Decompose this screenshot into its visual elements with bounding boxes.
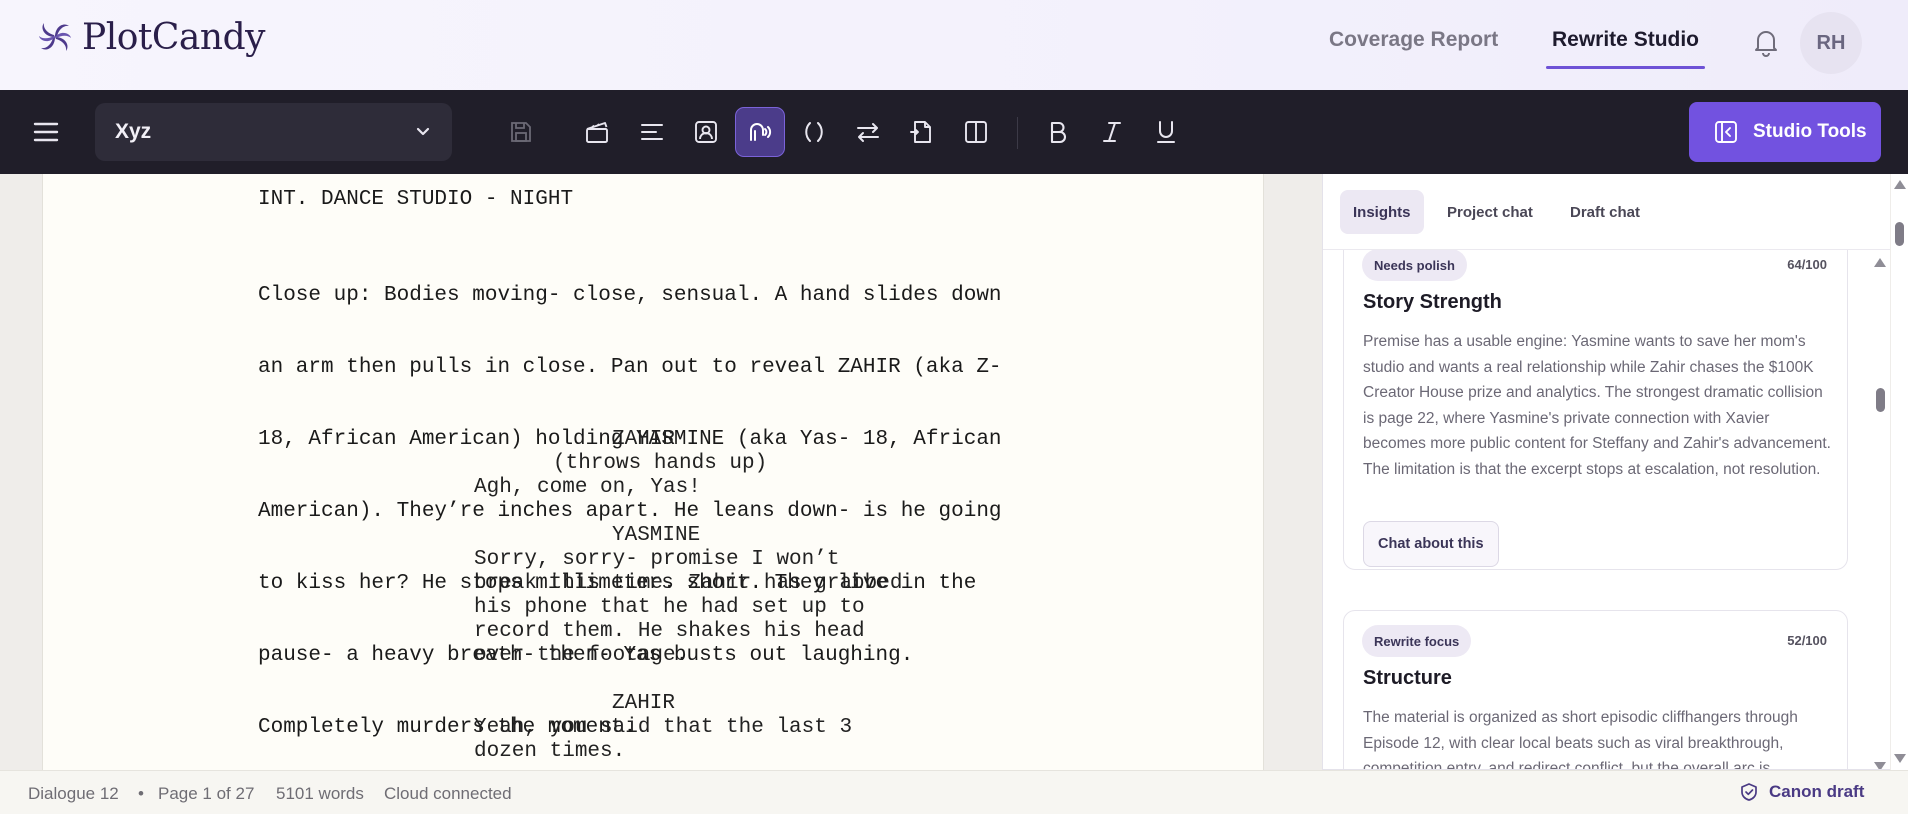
italic-button[interactable] bbox=[1087, 107, 1137, 157]
inner-scrollbar[interactable] bbox=[1871, 250, 1889, 769]
dialogue-line[interactable]: break this time. Zahir has grabbed bbox=[474, 572, 902, 596]
brand-logo[interactable]: PlotCandy bbox=[34, 16, 265, 58]
card-title: Structure bbox=[1363, 667, 1452, 689]
character-button[interactable] bbox=[681, 107, 731, 157]
brand-name: PlotCandy bbox=[82, 16, 265, 58]
dialogue-line[interactable]: Sorry, sorry- promise I won’t bbox=[474, 548, 839, 572]
outer-scrollbar[interactable] bbox=[1891, 174, 1908, 770]
underline-button[interactable] bbox=[1141, 107, 1191, 157]
action-line: an arm then pulls in close. Pan out to r… bbox=[258, 356, 1002, 379]
document-select[interactable]: Xyz bbox=[95, 103, 452, 161]
dialogue-line[interactable]: his phone that he had set up to bbox=[474, 596, 865, 620]
nav-tab-rewrite-studio[interactable]: Rewrite Studio bbox=[1552, 28, 1699, 52]
scene-heading[interactable]: INT. DANCE STUDIO - NIGHT bbox=[258, 188, 573, 212]
split-view-icon bbox=[965, 121, 987, 143]
studio-tools-button[interactable]: Studio Tools bbox=[1689, 102, 1881, 162]
panel-toggle-icon bbox=[1715, 121, 1737, 143]
action-line: Close up: Bodies moving- close, sensual.… bbox=[258, 284, 1002, 307]
scroll-up-arrow[interactable] bbox=[1874, 258, 1886, 267]
transition-button[interactable] bbox=[843, 107, 893, 157]
tab-draft-chat[interactable]: Draft chat bbox=[1557, 190, 1653, 234]
dialogue-line[interactable]: over the footage. bbox=[474, 644, 688, 668]
scroll-thumb[interactable] bbox=[1876, 388, 1885, 412]
bell-icon[interactable] bbox=[1752, 27, 1780, 57]
character-icon bbox=[695, 121, 717, 143]
card-title: Story Strength bbox=[1363, 291, 1502, 313]
candy-swirl-icon bbox=[39, 23, 71, 51]
bold-button[interactable] bbox=[1033, 107, 1083, 157]
tab-insights[interactable]: Insights bbox=[1340, 190, 1424, 234]
scroll-down-arrow[interactable] bbox=[1894, 754, 1906, 763]
card-body: The material is organized as short episo… bbox=[1363, 709, 1798, 770]
element-type-status: Dialogue 12 bbox=[28, 784, 119, 803]
document-name: Xyz bbox=[115, 120, 152, 143]
bold-icon bbox=[1050, 121, 1066, 144]
dialogue-icon bbox=[750, 123, 772, 141]
studio-tools-label: Studio Tools bbox=[1753, 121, 1867, 142]
status-badge: Needs polish bbox=[1362, 249, 1467, 281]
editor-toolbar: Xyz Studio Tools bbox=[0, 90, 1908, 174]
nav-tab-coverage-report[interactable]: Coverage Report bbox=[1329, 28, 1498, 52]
score-value: 64/100 bbox=[1787, 257, 1827, 272]
character-name[interactable]: ZAHIR bbox=[612, 692, 675, 716]
word-count: 5101 words bbox=[276, 784, 364, 803]
canon-draft-label: Canon draft bbox=[1769, 782, 1865, 801]
parenthetical-icon bbox=[805, 122, 823, 142]
scroll-up-arrow[interactable] bbox=[1894, 180, 1906, 189]
dialogue-line[interactable]: record them. He shakes his head bbox=[474, 620, 865, 644]
save-icon bbox=[511, 122, 531, 142]
active-tab-indicator bbox=[1546, 66, 1705, 69]
tab-project-chat[interactable]: Project chat bbox=[1434, 190, 1546, 234]
page-break-button[interactable] bbox=[897, 107, 947, 157]
action-button[interactable] bbox=[627, 107, 677, 157]
chat-about-this-button[interactable]: Chat about this bbox=[1363, 521, 1499, 567]
dialogue-line[interactable]: Agh, come on, Yas! bbox=[474, 476, 701, 500]
toolbar-divider bbox=[1017, 117, 1018, 149]
panel-tabs: Insights Project chat Draft chat bbox=[1323, 174, 1890, 250]
character-name[interactable]: YASMINE bbox=[612, 524, 700, 548]
action-line: American). They’re inches apart. He lean… bbox=[258, 500, 1002, 523]
split-view-button[interactable] bbox=[951, 107, 1001, 157]
scroll-thumb[interactable] bbox=[1895, 222, 1904, 246]
shield-check-icon bbox=[1741, 783, 1757, 801]
transition-icon bbox=[857, 123, 879, 142]
page-count: Page 1 of 27 bbox=[158, 784, 255, 803]
parenthetical-button[interactable] bbox=[789, 107, 839, 157]
chevron-down-icon bbox=[416, 127, 430, 136]
parenthetical[interactable]: (throws hands up) bbox=[553, 452, 767, 476]
action-icon bbox=[641, 124, 663, 140]
status-badge: Rewrite focus bbox=[1362, 625, 1472, 657]
status-bar: Dialogue 12 • Page 1 of 27 5101 words Cl… bbox=[0, 770, 1908, 814]
script-page[interactable]: INT. DANCE STUDIO - NIGHT Close up: Bodi… bbox=[42, 174, 1264, 770]
scene-heading-button[interactable] bbox=[572, 107, 622, 157]
insights-panel: Needs polish 64/100 Story Strength Premi… bbox=[1322, 174, 1890, 770]
action-block[interactable]: Close up: Bodies moving- close, sensual.… bbox=[258, 236, 1002, 770]
connection-status: Cloud connected bbox=[384, 784, 512, 803]
italic-icon bbox=[1103, 122, 1121, 142]
scene-heading-icon bbox=[586, 122, 608, 143]
underline-icon bbox=[1157, 121, 1175, 143]
scroll-down-arrow[interactable] bbox=[1874, 762, 1886, 769]
top-header: PlotCandy Coverage Report Rewrite Studio… bbox=[0, 0, 1908, 90]
insight-card-story-strength: Needs polish 64/100 Story Strength Premi… bbox=[1343, 234, 1848, 570]
dialogue-line[interactable]: Yeah, you said that the last 3 bbox=[474, 716, 852, 740]
dialogue-line[interactable]: dozen times. bbox=[474, 740, 625, 764]
dialogue-button[interactable] bbox=[735, 107, 785, 157]
status-separator: • bbox=[138, 784, 144, 803]
card-body: Premise has a usable engine: Yasmine wan… bbox=[1363, 333, 1831, 478]
score-value: 52/100 bbox=[1787, 633, 1827, 648]
insight-card-structure: Rewrite focus 52/100 Structure The mater… bbox=[1343, 610, 1848, 770]
character-name[interactable]: ZAHIR bbox=[612, 428, 675, 452]
page-break-icon bbox=[910, 121, 931, 143]
save-button[interactable] bbox=[496, 107, 546, 157]
avatar[interactable]: RH bbox=[1800, 12, 1862, 74]
menu-icon[interactable] bbox=[32, 118, 60, 146]
canon-draft-indicator[interactable]: Canon draft bbox=[1739, 782, 1864, 802]
